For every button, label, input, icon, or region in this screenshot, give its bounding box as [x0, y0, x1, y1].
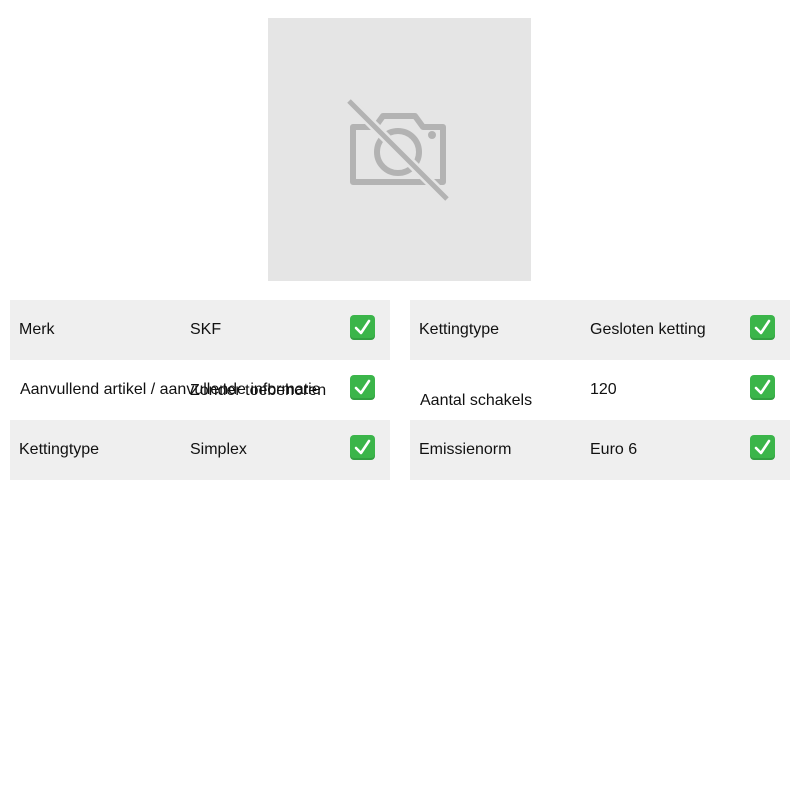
spec-label: Kettingtype [419, 321, 500, 338]
check-mark-button-icon [750, 435, 775, 460]
check-mark-button-icon [350, 315, 375, 340]
spec-label: Aantal schakels [420, 392, 533, 409]
spec-row: Kettingtype Gesloten ketting [410, 300, 790, 360]
spec-value: Simplex [190, 441, 247, 458]
spec-table-right: Kettingtype Gesloten ketting Aantal scha… [410, 300, 790, 480]
spec-row: Merk SKF [10, 300, 390, 360]
spec-value: Gesloten ketting [590, 321, 706, 338]
spec-table-left: Merk SKF Aanvullend artikel / aanvullend… [10, 300, 390, 480]
spec-row: Aanvullend artikel / aanvullende informa… [10, 360, 390, 420]
check-mark-button-icon [350, 435, 375, 460]
check-mark-button-icon [750, 315, 775, 340]
spec-row: Kettingtype Simplex [10, 420, 390, 480]
spec-row: Emissienorm Euro 6 [410, 420, 790, 480]
spec-label: Merk [19, 321, 55, 338]
product-image-placeholder [268, 18, 531, 281]
spec-row: Aantal schakels 120 [410, 360, 790, 420]
no-camera-icon [345, 97, 451, 203]
spec-label: Emissienorm [419, 441, 512, 458]
spec-value: Zonder toebehoren [190, 382, 327, 399]
spec-value: Euro 6 [590, 441, 638, 458]
spec-value: 120 [590, 381, 617, 398]
check-mark-button-icon [750, 375, 775, 400]
spec-value: SKF [190, 321, 222, 338]
check-mark-button-icon [350, 375, 375, 400]
spec-label: Kettingtype [19, 441, 100, 458]
